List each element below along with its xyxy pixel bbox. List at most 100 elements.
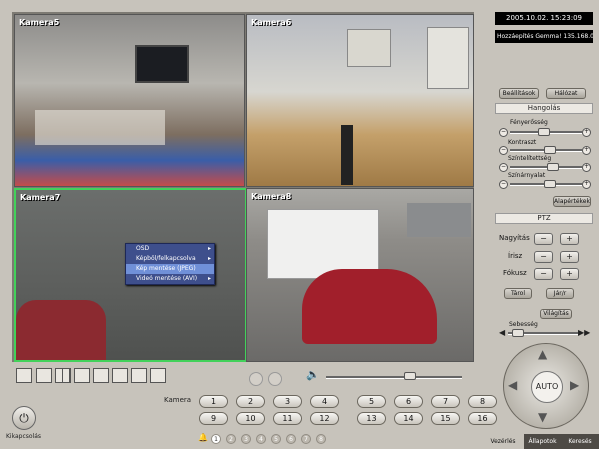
iris-minus-button[interactable]: − <box>534 251 553 263</box>
arrow-left-icon[interactable]: ◀ <box>508 378 517 392</box>
minus-icon[interactable]: − <box>499 128 508 137</box>
page-dot[interactable]: 6 <box>286 434 296 444</box>
camera-11-button[interactable]: 11 <box>273 412 302 425</box>
zoom-plus-button[interactable]: + <box>560 233 579 245</box>
ptz-header: PTZ <box>495 213 593 224</box>
camera-12-button[interactable]: 12 <box>310 412 339 425</box>
minus-icon[interactable]: − <box>499 146 508 155</box>
ptz-label-zoom: Nagyítás <box>499 234 530 242</box>
menu-item-capture[interactable]: Képböl/felkapcsolva ▸ <box>126 254 214 264</box>
camera-6-button[interactable]: 6 <box>394 395 423 408</box>
page-dot[interactable]: 5 <box>271 434 281 444</box>
speed-label: Sebesség <box>509 321 538 328</box>
hue-slider-knob[interactable] <box>544 180 557 188</box>
camera-10-button[interactable]: 10 <box>236 412 265 425</box>
focus-minus-button[interactable]: − <box>534 268 553 280</box>
camera-view-5[interactable]: Kamera5 <box>14 14 245 187</box>
camera-5-button[interactable]: 5 <box>357 395 386 408</box>
auto-button[interactable]: AUTO <box>531 371 563 403</box>
page-dot[interactable]: 1 <box>211 434 221 444</box>
menu-item-label: OSD <box>136 245 150 252</box>
page-dot[interactable]: 7 <box>301 434 311 444</box>
defaults-button[interactable]: Alapértékek <box>553 196 591 207</box>
camera-16-button[interactable]: 16 <box>468 412 497 425</box>
record-icon[interactable] <box>268 372 282 386</box>
saturation-slider-knob[interactable] <box>547 163 560 171</box>
camera-13-button[interactable]: 13 <box>357 412 386 425</box>
camera-select-label: Kamera <box>164 396 192 404</box>
slow-icon: ◀ <box>499 328 506 337</box>
layout-single-icon[interactable] <box>36 368 52 383</box>
layout-16-icon[interactable] <box>150 368 166 383</box>
page-dot[interactable]: 8 <box>316 434 326 444</box>
camera-1-button[interactable]: 1 <box>199 395 228 408</box>
counter <box>35 110 165 145</box>
camera-7-button[interactable]: 7 <box>431 395 460 408</box>
minus-icon[interactable]: − <box>499 163 508 172</box>
layout-13-icon[interactable] <box>131 368 147 383</box>
tab-status[interactable]: Állapotok <box>524 434 561 449</box>
ptz-label-iris: Írisz <box>508 252 523 260</box>
ptz-dpad[interactable]: ▲ ▼ ◀ ▶ AUTO <box>503 343 589 429</box>
camera-view-6[interactable]: Kamera6 <box>246 14 474 187</box>
volume-slider[interactable] <box>326 376 462 379</box>
zoom-minus-button[interactable]: − <box>534 233 553 245</box>
arrow-up-icon[interactable]: ▲ <box>538 347 547 361</box>
arrow-right-icon[interactable]: ▶ <box>570 378 579 392</box>
page-dot[interactable]: 2 <box>226 434 236 444</box>
camera-14-button[interactable]: 14 <box>394 412 423 425</box>
power-icon[interactable]: ⏻ <box>12 406 36 430</box>
plus-icon[interactable]: + <box>582 180 591 189</box>
slider-label-hue: Színárnyalat <box>508 172 546 179</box>
camera-grid: Kamera5 Kamera6 Kamera7 Kamera8 OSD ▸ Kép… <box>12 12 474 362</box>
store-button[interactable]: Tárol <box>504 288 532 299</box>
menu-item-save-avi[interactable]: Videó mentése (AVI) ▸ <box>126 274 214 284</box>
network-button[interactable]: Hálózat <box>546 88 586 99</box>
bell-icon: 🔔 <box>198 433 208 442</box>
clock-display: 2005.10.02. 15:23:09 <box>495 12 593 25</box>
page-dot[interactable]: 3 <box>241 434 251 444</box>
page-dot[interactable]: 4 <box>256 434 266 444</box>
car <box>16 300 106 360</box>
contrast-slider-knob[interactable] <box>544 146 557 154</box>
light-button[interactable]: Világítás <box>540 309 572 319</box>
camera-8-button[interactable]: 8 <box>468 395 497 408</box>
tab-search[interactable]: Keresés <box>561 434 599 449</box>
menu-item-osd[interactable]: OSD ▸ <box>126 244 214 254</box>
tab-control[interactable]: Vezérlés <box>482 434 524 449</box>
saturation-slider[interactable] <box>510 166 582 169</box>
slider-label-brightness: Fényerősség <box>510 119 548 126</box>
minus-icon[interactable]: − <box>499 180 508 189</box>
camera-2-button[interactable]: 2 <box>236 395 265 408</box>
camera-view-8[interactable]: Kamera8 <box>246 188 474 362</box>
camera-15-button[interactable]: 15 <box>431 412 460 425</box>
layout-6-icon[interactable] <box>74 368 90 383</box>
tuning-header: Hangolás <box>495 103 593 114</box>
plus-icon[interactable]: + <box>582 146 591 155</box>
plus-icon[interactable]: + <box>582 163 591 172</box>
red-car <box>302 269 437 344</box>
status-display: Hozzáepítés Gemma! 135.168.0 <box>495 30 593 43</box>
plus-icon[interactable]: + <box>582 128 591 137</box>
menu-item-save-jpeg[interactable]: Kép mentése (JPEG) <box>126 264 214 274</box>
volume-slider-knob[interactable] <box>404 372 416 380</box>
speed-slider-knob[interactable] <box>512 329 524 337</box>
camera-3-button[interactable]: 3 <box>273 395 302 408</box>
snapshot-icon[interactable] <box>249 372 263 386</box>
menu-item-label: Kép mentése (JPEG) <box>136 265 196 272</box>
focus-plus-button[interactable]: + <box>560 268 579 280</box>
brightness-slider-knob[interactable] <box>537 128 550 136</box>
settings-button[interactable]: Beállítások <box>499 88 539 99</box>
camera-label: Kamera5 <box>19 18 60 27</box>
context-menu: OSD ▸ Képböl/felkapcsolva ▸ Kép mentése (J… <box>125 243 215 285</box>
arrow-down-icon[interactable]: ▼ <box>538 410 547 424</box>
iris-plus-button[interactable]: + <box>560 251 579 263</box>
layout-1-icon[interactable] <box>16 368 32 383</box>
go-button[interactable]: Jár/r <box>546 288 574 299</box>
fast-icon: ▶▶ <box>578 328 591 337</box>
layout-4-icon[interactable] <box>55 368 71 383</box>
camera-4-button[interactable]: 4 <box>310 395 339 408</box>
layout-12-icon[interactable] <box>112 368 128 383</box>
camera-9-button[interactable]: 9 <box>199 412 228 425</box>
layout-9-icon[interactable] <box>93 368 109 383</box>
